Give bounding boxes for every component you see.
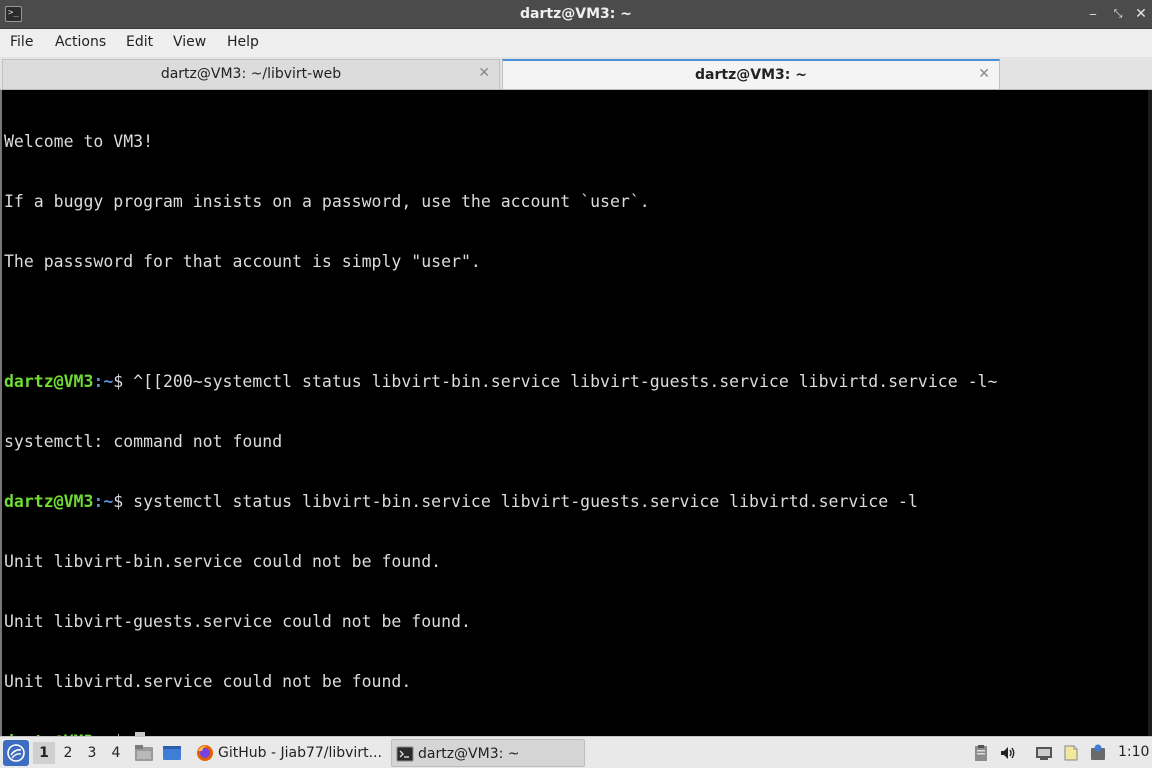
terminal-output[interactable]: Welcome to VM3! If a buggy program insis… [0, 90, 1152, 751]
firefox-icon [197, 745, 213, 761]
menu-edit[interactable]: Edit [126, 34, 153, 50]
tab-home[interactable]: dartz@VM3: ~ ✕ [502, 59, 1000, 89]
tab-label: dartz@VM3: ~ [695, 67, 807, 83]
menu-bar: File Actions Edit View Help [0, 29, 1152, 57]
prompt-user: dartz@VM3 [4, 372, 94, 391]
maximize-button[interactable]: ⤡ [1109, 5, 1127, 23]
terminal-prompt-line: dartz@VM3:~$ systemctl status libvirt-bi… [4, 492, 997, 512]
notes-icon[interactable] [1062, 744, 1080, 762]
prompt-symbol: $ [113, 492, 134, 511]
window-titlebar[interactable]: >_ dartz@VM3: ~ ‒ ⤡ ✕ [0, 0, 1152, 29]
minimize-button[interactable]: ‒ [1084, 5, 1102, 23]
clipboard-manager-icon[interactable] [972, 744, 990, 762]
terminal-line: Unit libvirt-guests.service could not be… [4, 612, 471, 631]
desktop-4-button[interactable]: 4 [105, 742, 127, 764]
volume-icon[interactable] [999, 744, 1017, 762]
window-title: dartz@VM3: ~ [520, 6, 632, 22]
taskbar-terminal-task[interactable]: dartz@VM3: ~ [391, 739, 585, 767]
network-icon[interactable] [1035, 744, 1053, 762]
prompt-path: ~ [103, 372, 114, 391]
taskbar-firefox-task[interactable]: GitHub - Jiab77/libvirt... [192, 739, 388, 767]
prompt-command: ^[[200~systemctl status libvirt-bin.serv… [133, 372, 998, 391]
terminal-icon [396, 746, 414, 762]
terminal-line: Unit libvirt-bin.service could not be fo… [4, 552, 442, 571]
menu-help[interactable]: Help [227, 34, 259, 50]
prompt-command: systemctl status libvirt-bin.service lib… [133, 492, 918, 511]
terminal-line: systemctl: command not found [4, 432, 283, 451]
terminal-scrollbar[interactable] [1148, 90, 1152, 736]
prompt-symbol: $ [113, 372, 134, 391]
menu-actions[interactable]: Actions [55, 34, 106, 50]
desktop-1-button[interactable]: 1 [33, 742, 55, 764]
menu-file[interactable]: File [10, 34, 33, 50]
task-label: GitHub - Jiab77/libvirt... [218, 745, 382, 761]
prompt-path: ~ [103, 492, 114, 511]
file-manager-icon[interactable] [134, 743, 154, 763]
terminal-prompt-line: dartz@VM3:~$ ^[[200~systemctl status lib… [4, 372, 997, 392]
terminal-line: The passsword for that account is simply… [4, 252, 481, 271]
prompt-user: dartz@VM3 [4, 492, 94, 511]
lubuntu-logo-icon [7, 744, 25, 762]
show-desktop-icon[interactable] [162, 743, 182, 763]
close-window-button[interactable]: ✕ [1132, 5, 1150, 23]
update-notifier-icon[interactable] [1089, 744, 1107, 762]
terminal-line: Unit libvirtd.service could not be found… [4, 672, 412, 691]
tab-close-icon[interactable]: ✕ [478, 65, 490, 81]
terminal-line: Welcome to VM3! [4, 132, 154, 151]
tab-libvirt-web[interactable]: dartz@VM3: ~/libvirt-web ✕ [2, 59, 500, 89]
menu-view[interactable]: View [173, 34, 206, 50]
desktop-2-button[interactable]: 2 [57, 742, 79, 764]
task-label: dartz@VM3: ~ [418, 746, 520, 762]
terminal-line: If a buggy program insists on a password… [4, 192, 650, 211]
desktop-3-button[interactable]: 3 [81, 742, 103, 764]
prompt-separator: : [93, 492, 104, 511]
prompt-separator: : [93, 372, 104, 391]
taskbar: 1 2 3 4 GitHub - Jiab77/libvirt... dartz… [0, 736, 1152, 768]
tab-label: dartz@VM3: ~/libvirt-web [160, 66, 342, 82]
clock[interactable]: 1:10 [1118, 744, 1149, 760]
start-menu-button[interactable] [3, 740, 29, 766]
tab-close-icon[interactable]: ✕ [978, 66, 990, 82]
tab-bar: dartz@VM3: ~/libvirt-web ✕ dartz@VM3: ~ … [0, 57, 1152, 90]
